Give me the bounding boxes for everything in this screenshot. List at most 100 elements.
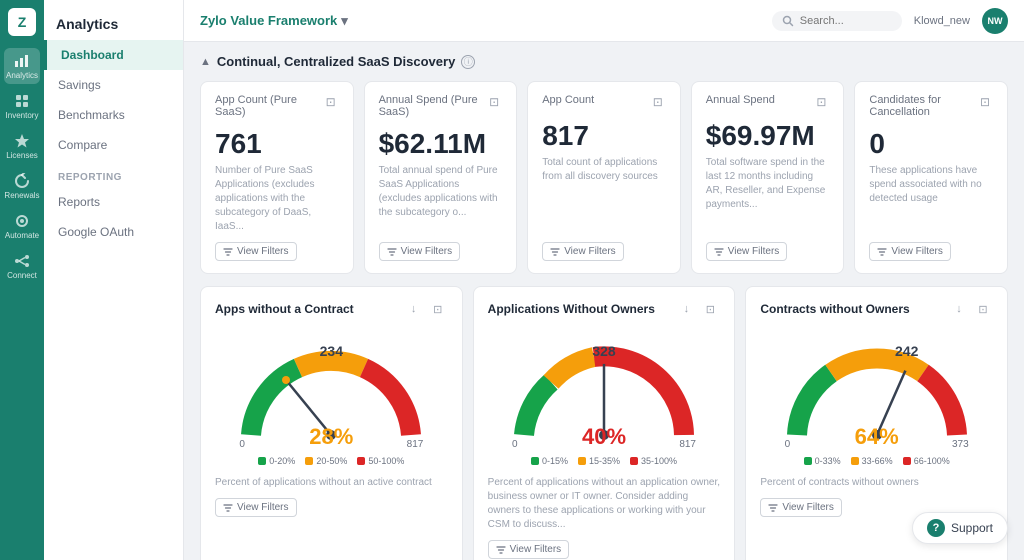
- sidebar-item-connect[interactable]: Connect: [4, 248, 40, 284]
- chart-card-apps-without-owners: Applications Without Owners ↓ ⊡: [473, 286, 736, 560]
- connect-icon: [14, 253, 30, 269]
- nav-item-benchmarks[interactable]: Benchmarks: [44, 100, 183, 130]
- filter-icon: [387, 247, 397, 257]
- card-title: App Count: [542, 94, 650, 106]
- view-filters-button[interactable]: View Filters: [379, 242, 461, 261]
- card-export-icon[interactable]: ⊡: [650, 94, 666, 110]
- breadcrumb: Zylo Value Framework ▾: [200, 13, 348, 29]
- support-label: Support: [951, 521, 993, 535]
- nav-title: Analytics: [44, 8, 183, 40]
- gauge-legend: 0-15% 15-35% 35-100%: [531, 456, 677, 466]
- legend-item: 66-100%: [903, 456, 950, 466]
- sidebar-item-analytics[interactable]: Analytics: [4, 48, 40, 84]
- metric-card-app-count: App Count ⊡ 817 Total count of applicati…: [527, 81, 681, 274]
- filter-icon: [223, 247, 233, 257]
- legend-dot-yellow: [851, 457, 859, 465]
- view-filters-button[interactable]: View Filters: [488, 540, 570, 559]
- card-export-icon[interactable]: ⊡: [323, 94, 339, 110]
- card-desc: Total software spend in the last 12 mont…: [706, 156, 830, 234]
- gauge-min: 0: [512, 439, 518, 450]
- card-header: Annual Spend ⊡: [706, 94, 830, 110]
- gauge-percent: 40%: [582, 424, 626, 450]
- top-bar: Zylo Value Framework ▾ Klowd_new NW: [184, 0, 1024, 42]
- search-input[interactable]: [800, 15, 880, 27]
- analytics-icon: [14, 53, 30, 69]
- filter-icon: [496, 545, 506, 555]
- gauge-legend: 0-20% 20-50% 50-100%: [258, 456, 404, 466]
- renewals-icon: [14, 173, 30, 189]
- gauge-cards-row: Apps without a Contract ↓ ⊡: [200, 286, 1008, 560]
- user-avatar: NW: [982, 8, 1008, 34]
- gauge-container: 328 40% 0 817 0-15% 15-35% 35-100%: [488, 327, 721, 470]
- card-value: $62.11M: [379, 128, 503, 160]
- info-icon[interactable]: ⓘ: [461, 55, 475, 69]
- support-button[interactable]: ? Support: [912, 512, 1008, 544]
- gauge-min: 0: [239, 439, 245, 450]
- filter-icon: [714, 247, 724, 257]
- gauge-max: 817: [679, 439, 696, 450]
- chart-card-apps-without-contract: Apps without a Contract ↓ ⊡: [200, 286, 463, 560]
- metric-card-annual-spend: Annual Spend ⊡ $69.97M Total software sp…: [691, 81, 845, 274]
- gauge-count: 234: [320, 343, 343, 359]
- support-icon: ?: [927, 519, 945, 537]
- gauge-max: 373: [952, 439, 969, 450]
- legend-item: 33-66%: [851, 456, 893, 466]
- breadcrumb-dropdown-icon[interactable]: ▾: [341, 13, 348, 29]
- metric-card-annual-spend-pure-saas: Annual Spend (Pure SaaS) ⊡ $62.11M Total…: [364, 81, 518, 274]
- view-filters-button[interactable]: View Filters: [215, 242, 297, 261]
- legend-dot-yellow: [305, 457, 313, 465]
- inventory-icon: [14, 93, 30, 109]
- view-filters-button[interactable]: View Filters: [215, 498, 297, 517]
- metric-cards-row: App Count (Pure SaaS) ⊡ 761 Number of Pu…: [200, 81, 1008, 274]
- card-title: App Count (Pure SaaS): [215, 94, 323, 118]
- card-title: Candidates for Cancellation: [869, 94, 977, 118]
- export-icon[interactable]: ⊡: [700, 299, 720, 319]
- top-bar-right: Klowd_new NW: [772, 8, 1008, 34]
- nav-item-reports[interactable]: Reports: [44, 187, 183, 217]
- export-icon[interactable]: ⊡: [428, 299, 448, 319]
- card-export-icon[interactable]: ⊡: [977, 94, 993, 110]
- gauge-min: 0: [785, 439, 791, 450]
- nav-item-compare[interactable]: Compare: [44, 130, 183, 160]
- export-icon[interactable]: ⊡: [973, 299, 993, 319]
- sidebar-item-licenses[interactable]: Licenses: [4, 128, 40, 164]
- download-icon[interactable]: ↓: [949, 299, 969, 319]
- download-icon[interactable]: ↓: [404, 299, 424, 319]
- gauge-container: 234 28% 0 817 0-20% 20-50% 50-100%: [215, 327, 448, 470]
- card-header: App Count ⊡: [542, 94, 666, 110]
- download-icon[interactable]: ↓: [676, 299, 696, 319]
- view-filters-button[interactable]: View Filters: [542, 242, 624, 261]
- sidebar: Z Analytics Inventory Lice: [0, 0, 44, 560]
- chart-actions: ↓ ⊡: [949, 299, 993, 319]
- gauge-container: 242 64% 0 373 0-33% 33-66% 66-100%: [760, 327, 993, 470]
- collapse-icon[interactable]: ▲: [200, 56, 211, 68]
- nav-item-google-oauth[interactable]: Google OAuth: [44, 217, 183, 247]
- sidebar-item-automate[interactable]: Automate: [4, 208, 40, 244]
- chart-title: Contracts without Owners: [760, 302, 909, 316]
- chart-card-header: Applications Without Owners ↓ ⊡: [488, 299, 721, 319]
- nav-item-savings[interactable]: Savings: [44, 70, 183, 100]
- view-filters-button[interactable]: View Filters: [760, 498, 842, 517]
- card-value: $69.97M: [706, 120, 830, 152]
- content-area: ▲ Continual, Centralized SaaS Discovery …: [184, 42, 1024, 560]
- nav-item-dashboard[interactable]: Dashboard: [44, 40, 183, 70]
- legend-dot-yellow: [578, 457, 586, 465]
- sidebar-item-renewals[interactable]: Renewals: [4, 168, 40, 204]
- legend-item: 15-35%: [578, 456, 620, 466]
- filter-icon: [550, 247, 560, 257]
- gauge-legend: 0-33% 33-66% 66-100%: [804, 456, 950, 466]
- card-value: 761: [215, 128, 339, 160]
- view-filters-button[interactable]: View Filters: [706, 242, 788, 261]
- legend-dot-green: [258, 457, 266, 465]
- card-export-icon[interactable]: ⊡: [813, 94, 829, 110]
- legend-item: 0-15%: [531, 456, 568, 466]
- main-content: Zylo Value Framework ▾ Klowd_new NW ▲ Co…: [184, 0, 1024, 560]
- legend-item: 35-100%: [630, 456, 677, 466]
- card-desc: Number of Pure SaaS Applications (exclud…: [215, 164, 339, 234]
- view-filters-button[interactable]: View Filters: [869, 242, 951, 261]
- gauge-count: 242: [895, 343, 918, 359]
- user-name: Klowd_new: [914, 15, 970, 27]
- sidebar-item-inventory[interactable]: Inventory: [4, 88, 40, 124]
- card-export-icon[interactable]: ⊡: [486, 94, 502, 110]
- gauge-percent: 28%: [309, 424, 353, 450]
